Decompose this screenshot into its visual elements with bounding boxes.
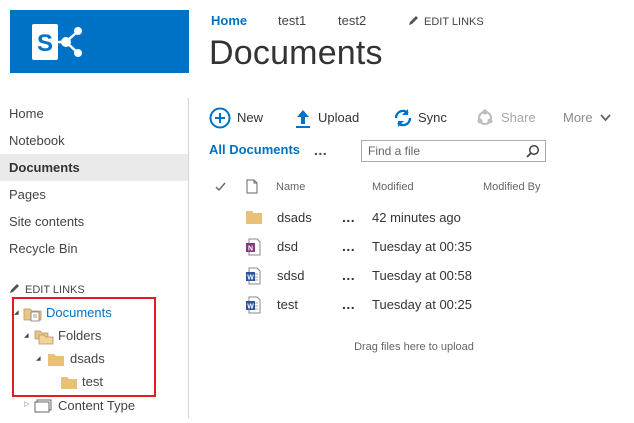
word-doc-icon: W <box>246 267 261 285</box>
share-button-label: Share <box>501 110 536 125</box>
share-icon <box>477 109 493 125</box>
sidebar-item-home[interactable]: Home <box>0 100 188 127</box>
svg-text:W: W <box>247 304 254 311</box>
sidebar-edit-links[interactable]: EDIT LINKS <box>9 283 85 296</box>
view-more-button[interactable]: ... <box>314 142 327 158</box>
share-button[interactable]: Share <box>475 106 537 130</box>
checkmark-icon[interactable] <box>215 182 226 192</box>
topnav-item-test1[interactable]: test1 <box>278 13 306 28</box>
tree-node-content-type[interactable]: ▷ Content Type <box>24 396 154 416</box>
folder-icon <box>246 211 262 224</box>
new-button-label: New <box>237 110 264 125</box>
upload-arrow-icon <box>296 110 310 128</box>
document-name[interactable]: dsads <box>277 210 312 225</box>
table-row[interactable]: W test ... Tuesday at 00:25 <box>209 290 619 319</box>
page-title: Documents <box>209 34 383 72</box>
sync-icon <box>394 109 412 127</box>
sidebar-edit-links-label: EDIT LINKS <box>25 284 85 296</box>
svg-text:N: N <box>248 246 253 253</box>
new-button[interactable]: New <box>209 106 267 130</box>
search-box <box>361 140 546 162</box>
sync-button-label: Sync <box>418 110 447 125</box>
quick-launch: Home Notebook Documents Pages Site conte… <box>0 100 188 262</box>
word-doc-icon: W <box>246 296 261 314</box>
sidebar-item-site-contents[interactable]: Site contents <box>0 208 188 235</box>
sidebar-item-notebook[interactable]: Notebook <box>0 127 188 154</box>
file-type-icon <box>246 179 258 194</box>
topnav-item-test2[interactable]: test2 <box>338 13 366 28</box>
column-modified-by[interactable]: Modified By <box>483 181 540 193</box>
svg-text:S: S <box>37 30 53 57</box>
document-name[interactable]: dsd <box>277 239 298 254</box>
nav-divider <box>188 98 189 418</box>
document-name[interactable]: test <box>277 297 298 312</box>
document-modified: Tuesday at 00:58 <box>372 268 472 283</box>
svg-text:W: W <box>247 275 254 282</box>
chevron-down-icon <box>600 114 611 122</box>
topnav-edit-links[interactable]: EDIT LINKS <box>408 15 484 28</box>
row-menu-button[interactable]: ... <box>342 296 355 312</box>
upload-button[interactable]: Upload <box>295 106 365 130</box>
table-row[interactable]: dsads ... 42 minutes ago <box>209 203 619 232</box>
document-modified: Tuesday at 00:35 <box>372 239 472 254</box>
search-icon[interactable] <box>525 144 540 159</box>
sidebar-item-documents[interactable]: Documents <box>0 154 188 181</box>
sharepoint-logo-icon: S <box>32 24 82 60</box>
column-name[interactable]: Name <box>276 181 305 193</box>
table-row[interactable]: N dsd ... Tuesday at 00:35 <box>209 232 619 261</box>
pencil-icon <box>10 284 19 293</box>
document-modified: 42 minutes ago <box>372 210 461 225</box>
sharepoint-logo[interactable]: S <box>10 10 189 73</box>
more-button-label: More <box>563 110 593 125</box>
view-all-documents[interactable]: All Documents <box>209 142 300 157</box>
content-type-icon <box>34 399 52 413</box>
document-name[interactable]: sdsd <box>277 268 304 283</box>
topnav-item-home[interactable]: Home <box>211 13 247 28</box>
sidebar-item-pages[interactable]: Pages <box>0 181 188 208</box>
sync-button[interactable]: Sync <box>393 106 451 130</box>
tree-highlight-box <box>12 297 156 397</box>
plus-circle-icon <box>209 107 231 129</box>
table-row[interactable]: W sdsd ... Tuesday at 00:58 <box>209 261 619 290</box>
upload-drop-zone[interactable]: Drag files here to upload <box>209 341 619 353</box>
search-input[interactable] <box>362 141 522 161</box>
document-modified: Tuesday at 00:25 <box>372 297 472 312</box>
pencil-icon <box>409 16 418 25</box>
expand-arrow-icon[interactable]: ▷ <box>24 401 29 408</box>
row-menu-button[interactable]: ... <box>342 209 355 225</box>
topnav-edit-links-label: EDIT LINKS <box>424 16 484 28</box>
more-button[interactable]: More <box>563 106 613 130</box>
onenote-icon: N <box>246 238 261 256</box>
row-menu-button[interactable]: ... <box>342 267 355 283</box>
upload-button-label: Upload <box>318 110 360 125</box>
row-menu-button[interactable]: ... <box>342 238 355 254</box>
tree-label-content-type: Content Type <box>58 398 136 413</box>
column-modified[interactable]: Modified <box>372 181 414 193</box>
sidebar-item-recycle-bin[interactable]: Recycle Bin <box>0 235 188 262</box>
